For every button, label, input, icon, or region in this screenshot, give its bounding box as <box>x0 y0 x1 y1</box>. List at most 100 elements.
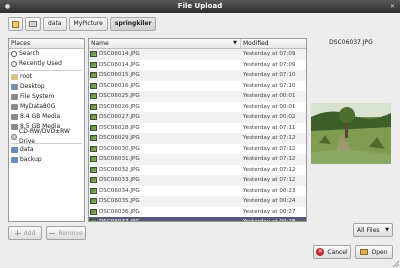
image-file-icon <box>90 145 97 152</box>
image-file-icon <box>90 187 97 194</box>
preview-photo <box>311 103 391 164</box>
modified-column-label: Modified <box>243 40 269 47</box>
file-modified-cell: Yesterday at 07:10 <box>243 72 296 79</box>
remove-bookmark-button[interactable]: Remove <box>46 226 86 240</box>
chevron-down-icon: ▼ <box>385 227 389 233</box>
file-name-cell: DSC06033.JPG <box>89 177 241 184</box>
add-icon <box>14 230 21 236</box>
path-root-button[interactable] <box>25 17 41 31</box>
title-bar[interactable]: ● File Upload ✕ <box>0 0 400 13</box>
image-file-icon <box>90 124 97 131</box>
file-modified-cell: Yesterday at 07:12 <box>243 177 296 184</box>
place-item-mydata80g[interactable]: MyData80G <box>9 102 84 112</box>
file-name-cell: DSC06037.JPG <box>89 219 241 221</box>
image-file-icon <box>90 72 97 79</box>
file-row[interactable]: DSC06034.JPG Yesterday at 00:23 <box>89 186 306 197</box>
name-column-header[interactable]: Name ▼ <box>89 39 241 48</box>
file-name-cell: DSC06026.JPG <box>89 103 241 110</box>
file-filter-select[interactable]: All Files ▼ <box>353 223 393 237</box>
file-name: DSC06016.JPG <box>99 82 140 89</box>
file-row[interactable]: DSC06036.JPG Yesterday at 00:27 <box>89 207 306 218</box>
image-file-icon <box>90 82 97 89</box>
file-name-cell: DSC06029.JPG <box>89 135 241 142</box>
file-name: DSC06032.JPG <box>99 166 140 173</box>
place-item-cd-drive[interactable]: CD-RW/DVD±RW Drive <box>9 128 84 145</box>
file-row[interactable]: DSC06032.JPG Yesterday at 07:12 <box>89 165 306 176</box>
file-name: DSC06027.JPG <box>99 114 140 121</box>
file-name-cell: DSC06016.JPG <box>89 82 241 89</box>
file-name-cell: DSC06015.JPG <box>89 72 241 79</box>
image-file-icon <box>90 177 97 184</box>
file-name-cell: DSC06032.JPG <box>89 166 241 173</box>
resize-grip-icon[interactable] <box>391 259 399 267</box>
file-row[interactable]: DSC06037.JPG Yesterday at 00:28 <box>89 217 306 221</box>
file-modified-cell: Yesterday at 07:11 <box>243 124 296 131</box>
file-name: DSC06036.JPG <box>99 208 140 215</box>
close-window-icon[interactable]: ✕ <box>388 2 397 11</box>
file-name-cell: DSC06035.JPG <box>89 198 241 205</box>
edit-location-button[interactable] <box>8 17 23 31</box>
image-file-icon <box>90 51 97 58</box>
file-row[interactable]: DSC06014.JPG Yesterday at 07:09 <box>89 49 306 60</box>
file-row[interactable]: DSC06031.JPG Yesterday at 07:12 <box>89 154 306 165</box>
file-row[interactable]: DSC06014.JPG Yesterday at 07:09 <box>89 60 306 71</box>
path-button-label: data <box>48 20 62 27</box>
desktop-icon <box>11 84 18 90</box>
place-item-backup[interactable]: backup <box>9 155 84 165</box>
file-row[interactable]: DSC06029.JPG Yesterday at 07:12 <box>89 133 306 144</box>
file-row[interactable]: DSC06030.JPG Yesterday at 07:12 <box>89 144 306 155</box>
file-name: DSC06014.JPG <box>99 51 140 58</box>
place-label: File System <box>20 93 55 100</box>
add-bookmark-button[interactable]: Add <box>8 226 42 240</box>
file-row[interactable]: DSC06016.JPG Yesterday at 07:10 <box>89 81 306 92</box>
file-modified-cell: Yesterday at 07:09 <box>243 61 296 68</box>
place-item-search[interactable]: Search <box>9 49 84 59</box>
modified-column-header[interactable]: Modified <box>241 39 306 48</box>
folder-icon <box>11 147 18 153</box>
place-label: root <box>20 73 33 80</box>
place-item-8-4gb-media[interactable]: 8.4 GB Media <box>9 112 84 122</box>
path-button-label: MyPicture <box>73 20 103 27</box>
drive-icon <box>11 114 18 120</box>
search-icon <box>11 51 17 57</box>
folder-icon <box>11 157 18 163</box>
place-label: MyData80G <box>20 103 56 110</box>
file-modified-cell: Yesterday at 07:09 <box>243 51 296 58</box>
file-row[interactable]: DSC06025.JPG Yesterday at 00:01 <box>89 91 306 102</box>
path-button-label: springkiler <box>114 20 152 27</box>
place-item-desktop[interactable]: Desktop <box>9 82 84 92</box>
file-row[interactable]: DSC06035.JPG Yesterday at 00:24 <box>89 196 306 207</box>
file-name-cell: DSC06030.JPG <box>89 145 241 152</box>
drive-icon <box>29 21 37 27</box>
place-label: backup <box>20 156 42 163</box>
file-row[interactable]: DSC06026.JPG Yesterday at 00:01 <box>89 102 306 113</box>
place-label: data <box>20 146 34 153</box>
image-file-icon <box>90 135 97 142</box>
file-row[interactable]: DSC06015.JPG Yesterday at 07:10 <box>89 70 306 81</box>
path-button-mypicture[interactable]: MyPicture <box>68 17 108 31</box>
file-modified-cell: Yesterday at 00:02 <box>243 114 296 121</box>
places-separator <box>11 70 82 71</box>
file-name: DSC06034.JPG <box>99 187 140 194</box>
file-modified-cell: Yesterday at 07:12 <box>243 166 296 173</box>
place-item-recently-used[interactable]: Recently Used <box>9 59 84 69</box>
file-name: DSC06030.JPG <box>99 145 140 152</box>
cancel-button[interactable]: ✕ Cancel <box>313 245 351 259</box>
path-button-data[interactable]: data <box>43 17 67 31</box>
file-row[interactable]: DSC06028.JPG Yesterday at 07:11 <box>89 123 306 134</box>
file-name-cell: DSC06027.JPG <box>89 114 241 121</box>
file-row[interactable]: DSC06033.JPG Yesterday at 07:12 <box>89 175 306 186</box>
recent-icon <box>11 61 17 67</box>
file-row[interactable]: DSC06027.JPG Yesterday at 00:02 <box>89 112 306 123</box>
path-button-springkiler[interactable]: springkiler <box>109 17 157 31</box>
place-item-root[interactable]: root <box>9 72 84 82</box>
preview-image <box>311 103 391 164</box>
image-file-icon <box>90 166 97 173</box>
file-modified-cell: Yesterday at 07:10 <box>243 82 296 89</box>
file-name-cell: DSC06034.JPG <box>89 187 241 194</box>
open-button[interactable]: Open <box>355 245 393 259</box>
places-header[interactable]: Places <box>9 39 84 49</box>
path-bar: data MyPicture springkiler <box>8 17 157 31</box>
add-label: Add <box>23 229 36 237</box>
place-item-file-system[interactable]: File System <box>9 92 84 102</box>
